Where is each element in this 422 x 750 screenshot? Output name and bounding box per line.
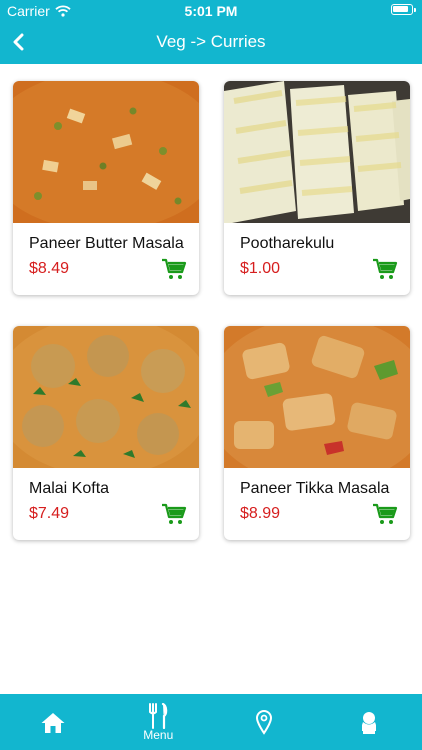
product-image xyxy=(224,326,410,468)
product-card[interactable]: Paneer Tikka Masala $8.99 xyxy=(224,326,410,540)
product-price: $7.49 xyxy=(29,505,70,522)
product-card[interactable]: Malai Kofta $7.49 xyxy=(13,326,199,540)
tab-bar: Menu xyxy=(0,694,422,750)
product-image xyxy=(224,81,410,223)
person-icon xyxy=(362,712,377,734)
product-price: $8.49 xyxy=(29,260,70,277)
product-card[interactable]: Pootharekulu $1.00 xyxy=(224,81,410,295)
product-image xyxy=(13,326,199,468)
cart-icon[interactable] xyxy=(372,502,398,526)
tab-menu[interactable]: Menu xyxy=(106,694,212,750)
tab-menu-label: Menu xyxy=(143,728,174,742)
cart-icon[interactable] xyxy=(161,502,187,526)
location-pin-icon xyxy=(255,710,272,735)
tab-home[interactable] xyxy=(0,694,106,750)
product-name: Malai Kofta xyxy=(29,480,110,497)
battery-icon xyxy=(391,4,416,15)
product-price: $8.99 xyxy=(240,505,281,522)
product-card[interactable]: Paneer Butter Masala $8.49 xyxy=(13,81,199,295)
tab-location[interactable] xyxy=(211,694,317,750)
page-title: Veg -> Curries xyxy=(156,32,266,51)
product-name: Paneer Butter Masala xyxy=(29,235,184,252)
product-price: $1.00 xyxy=(240,260,281,277)
home-icon xyxy=(41,713,65,733)
product-name: Pootharekulu xyxy=(240,235,335,252)
app-header: Carrier 5:01 PM Veg -> Curries xyxy=(0,0,422,64)
fork-knife-icon xyxy=(149,703,168,729)
status-bar: Carrier 5:01 PM xyxy=(0,0,422,22)
cart-icon[interactable] xyxy=(161,257,187,281)
tab-profile[interactable] xyxy=(317,694,422,750)
product-name: Paneer Tikka Masala xyxy=(240,480,390,497)
status-time: 5:01 PM xyxy=(184,3,238,19)
cart-icon[interactable] xyxy=(372,257,398,281)
product-image xyxy=(13,81,199,223)
